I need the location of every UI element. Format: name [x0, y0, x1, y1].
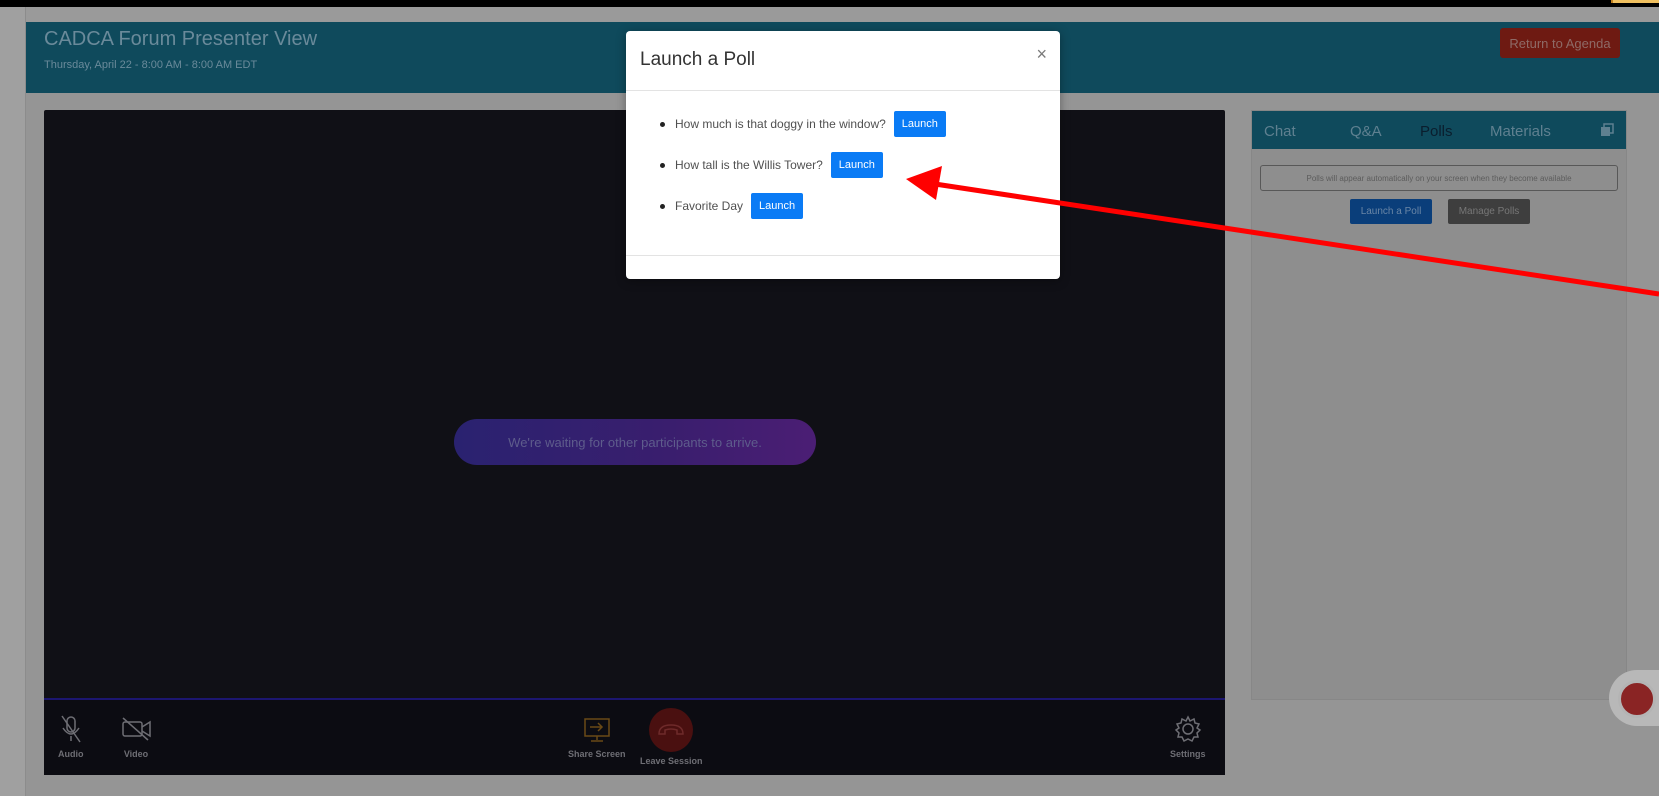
bullet-icon [660, 162, 665, 168]
launch-poll-modal: Launch a Poll × How much is that doggy i… [626, 31, 1060, 279]
left-strip [0, 7, 26, 796]
tab-qa[interactable]: Q&A [1350, 123, 1382, 140]
modal-header: Launch a Poll × [626, 31, 1060, 91]
tab-polls[interactable]: Polls [1420, 123, 1453, 140]
manage-polls-button[interactable]: Manage Polls [1448, 199, 1530, 224]
close-icon[interactable]: × [1036, 44, 1047, 65]
poll-question: Favorite Day [675, 199, 744, 213]
bullet-icon [660, 203, 665, 209]
audio-control[interactable]: Audio [58, 714, 84, 759]
modal-body: How much is that doggy in the window? La… [626, 91, 1060, 256]
video-label: Video [123, 749, 149, 759]
page-title: CADCA Forum Presenter View [44, 28, 318, 50]
share-screen-icon [584, 718, 610, 742]
tab-materials[interactable]: Materials [1490, 123, 1551, 140]
settings-label: Settings [1170, 749, 1206, 759]
audio-label: Audio [58, 749, 84, 759]
share-screen-label: Share Screen [568, 749, 626, 759]
chat-support-icon[interactable] [1618, 680, 1656, 718]
session-datetime: Thursday, April 22 - 8:00 AM - 8:00 AM E… [44, 59, 258, 71]
settings-control[interactable]: Settings [1170, 714, 1206, 759]
control-bar: Audio Video Share Screen Leave Session S… [44, 698, 1225, 775]
share-screen-control[interactable]: Share Screen [568, 714, 626, 759]
poll-item: How much is that doggy in the window? La… [660, 111, 946, 137]
launch-button[interactable]: Launch [893, 111, 946, 137]
poll-question: How tall is the Willis Tower? [675, 158, 823, 172]
poll-question: How much is that doggy in the window? [675, 117, 886, 131]
top-band [0, 0, 1659, 7]
polls-info-note: Polls will appear automatically on your … [1260, 165, 1618, 191]
modal-title: Launch a Poll [640, 49, 756, 70]
waiting-banner: We're waiting for other participants to … [454, 419, 816, 465]
launch-button[interactable]: Launch [751, 193, 804, 219]
mic-off-icon [61, 715, 81, 743]
launch-button[interactable]: Launch [830, 152, 883, 178]
leave-button-circle [649, 708, 694, 752]
video-control[interactable]: Video [120, 714, 152, 759]
launch-poll-button[interactable]: Launch a Poll [1350, 199, 1432, 224]
poll-item: Favorite Day Launch [660, 193, 804, 219]
sidebar-tabs: Chat Q&A Polls Materials [1252, 111, 1626, 149]
sidebar-panel: Chat Q&A Polls Materials Polls will appe… [1251, 110, 1627, 700]
video-off-icon [122, 717, 151, 741]
leave-session-label: Leave Session [640, 756, 703, 766]
tab-chat[interactable]: Chat [1264, 123, 1296, 140]
corner-tab [1611, 0, 1659, 3]
hang-up-icon [658, 724, 685, 735]
popout-icon[interactable] [1600, 123, 1614, 137]
gear-icon [1174, 715, 1201, 743]
poll-item: How tall is the Willis Tower? Launch [660, 152, 883, 178]
bullet-icon [660, 121, 665, 127]
leave-session-control[interactable]: Leave Session [640, 708, 703, 766]
return-to-agenda-button[interactable]: Return to Agenda [1500, 28, 1620, 58]
